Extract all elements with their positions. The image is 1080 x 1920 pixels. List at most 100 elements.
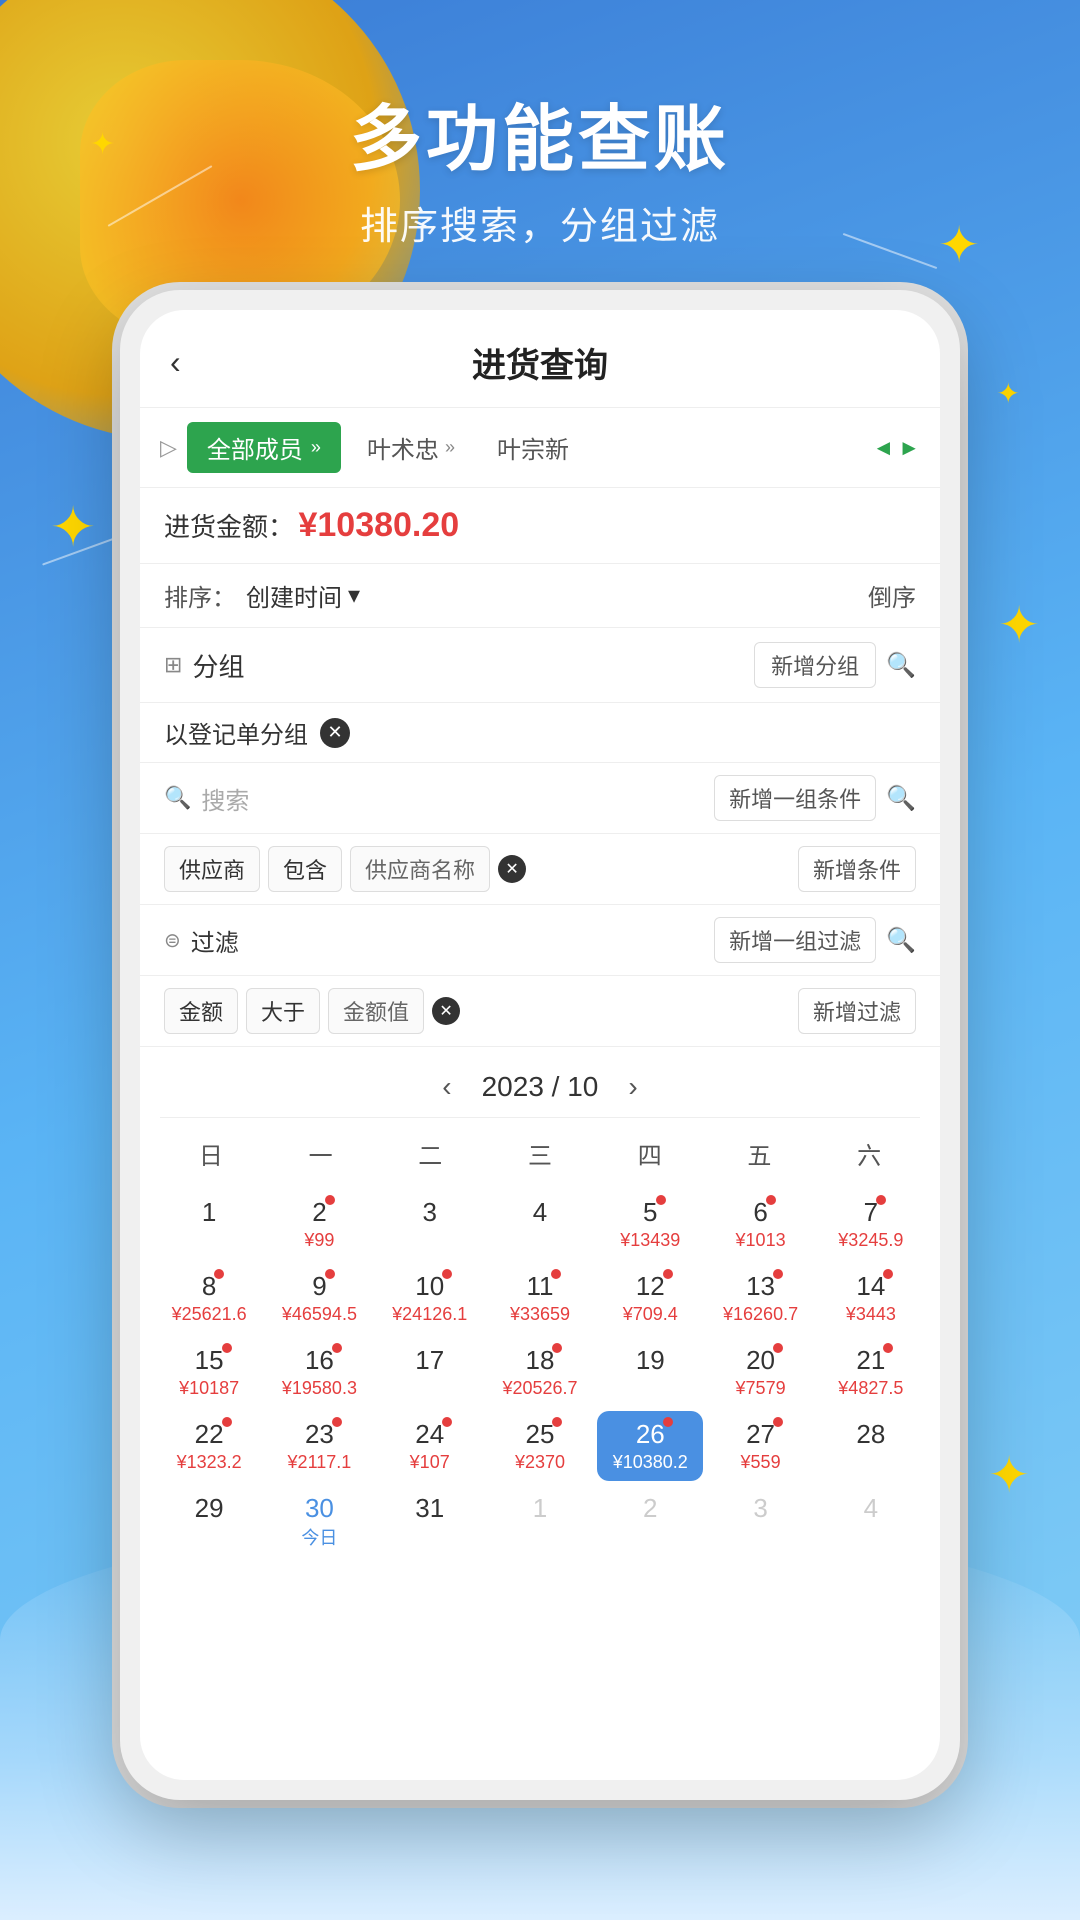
calendar-day-5[interactable]: 6¥1013 <box>707 1189 813 1259</box>
add-search-condition-button[interactable]: 新增一组条件 <box>714 775 876 821</box>
weekday-mon: 一 <box>266 1128 376 1179</box>
condition-supplier-chip[interactable]: 供应商 <box>164 846 260 892</box>
calendar-day-8[interactable]: 9¥46594.5 <box>266 1263 372 1333</box>
next-month-button[interactable]: › <box>628 1071 637 1103</box>
day-dot <box>773 1417 783 1427</box>
calendar-day-10[interactable]: 11¥33659 <box>487 1263 593 1333</box>
calendar-nav: ‹ 2023 / 10 › <box>140 1057 940 1117</box>
group-actions: 新增分组 🔍 <box>754 642 916 688</box>
add-filter-button[interactable]: 新增过滤 <box>798 988 916 1034</box>
calendar-day-33[interactable]: 3 <box>707 1485 813 1558</box>
calendar-day-20[interactable]: 21¥4827.5 <box>818 1337 924 1407</box>
member-all-button[interactable]: 全部成员 » <box>187 422 341 473</box>
group-tag-close-button[interactable]: ✕ <box>320 718 350 748</box>
nav-arrows: ◄ ► <box>872 435 920 461</box>
new-group-button[interactable]: 新增分组 <box>754 642 876 688</box>
add-filter-group-button[interactable]: 新增一组过滤 <box>714 917 876 963</box>
condition-row: 供应商 包含 供应商名称 ✕ 新增条件 <box>140 834 940 905</box>
add-condition-button[interactable]: 新增条件 <box>798 846 916 892</box>
prev-member-arrow[interactable]: ◄ <box>872 435 894 461</box>
calendar-day-0[interactable]: 1 <box>156 1189 262 1259</box>
filter-amount-chip[interactable]: 金额 <box>164 988 238 1034</box>
condition-include-chip[interactable]: 包含 <box>268 846 342 892</box>
prev-month-button[interactable]: ‹ <box>442 1071 451 1103</box>
filter-actions: 新增一组过滤 🔍 <box>714 917 916 963</box>
calendar-day-13[interactable]: 14¥3443 <box>818 1263 924 1333</box>
calendar-day-34[interactable]: 4 <box>818 1485 924 1558</box>
back-button[interactable]: ‹ <box>170 344 181 381</box>
calendar-day-29[interactable]: 30今日 <box>266 1485 372 1558</box>
member-tabs: ▷ 全部成员 » 叶术忠 » 叶宗新 ◄ ► <box>140 408 940 488</box>
calendar-day-30[interactable]: 31 <box>377 1485 483 1558</box>
filter-search-icon[interactable]: 🔍 <box>886 926 916 955</box>
calendar-day-6[interactable]: 7¥3245.9 <box>818 1189 924 1259</box>
header-main-title: 多功能查账 <box>0 80 1080 185</box>
filter-condition-row: 金额 大于 金额值 ✕ 新增过滤 <box>140 976 940 1047</box>
filter-greater-chip[interactable]: 大于 <box>246 988 320 1034</box>
weekday-sun: 日 <box>156 1128 266 1179</box>
calendar-day-4[interactable]: 5¥13439 <box>597 1189 703 1259</box>
day-dot <box>883 1269 893 1279</box>
calendar-day-23[interactable]: 24¥107 <box>377 1411 483 1481</box>
calendar-day-18[interactable]: 19 <box>597 1337 703 1407</box>
calendar-days: 12¥99345¥134396¥10137¥3245.98¥25621.69¥4… <box>156 1189 924 1558</box>
next-member-arrow[interactable]: ► <box>898 435 920 461</box>
calendar-day-26[interactable]: 27¥559 <box>707 1411 813 1481</box>
calendar-day-24[interactable]: 25¥2370 <box>487 1411 593 1481</box>
calendar-day-11[interactable]: 12¥709.4 <box>597 1263 703 1333</box>
search-input[interactable]: 搜索 <box>201 781 704 816</box>
sort-direction[interactable]: 倒序 <box>868 578 916 613</box>
calendar-grid: 日 一 二 三 四 五 六 12¥99345¥134396¥10137¥3245… <box>140 1118 940 1568</box>
calendar-day-12[interactable]: 13¥16260.7 <box>707 1263 813 1333</box>
filter-close-button[interactable]: ✕ <box>432 997 460 1025</box>
calendar-day-9[interactable]: 10¥24126.1 <box>377 1263 483 1333</box>
day-dot <box>325 1195 335 1205</box>
sort-label: 排序： <box>164 578 236 613</box>
calendar-day-27[interactable]: 28 <box>818 1411 924 1481</box>
star-icon-6: ✦ <box>988 1450 1030 1500</box>
filter-icon: ⊜ <box>164 928 181 953</box>
calendar-day-17[interactable]: 18¥20526.7 <box>487 1337 593 1407</box>
filter-row: ⊜ 过滤 新增一组过滤 🔍 <box>140 905 940 976</box>
filter-amount-value-input[interactable]: 金额值 <box>328 988 424 1034</box>
member-2-button[interactable]: 叶宗新 <box>481 422 585 473</box>
sort-row: 排序： 创建时间 ▾ 倒序 <box>140 564 940 628</box>
day-dot <box>552 1417 562 1427</box>
condition-value-input[interactable]: 供应商名称 <box>350 846 490 892</box>
search-row: 🔍 搜索 新增一组条件 🔍 <box>140 763 940 834</box>
header-sub-title: 排序搜索，分组过滤 <box>0 195 1080 250</box>
day-dot <box>325 1269 335 1279</box>
calendar-day-7[interactable]: 8¥25621.6 <box>156 1263 262 1333</box>
condition-close-button[interactable]: ✕ <box>498 855 526 883</box>
day-dot <box>656 1195 666 1205</box>
group-search-icon[interactable]: 🔍 <box>886 651 916 680</box>
star-icon-2: ✦ <box>997 380 1020 408</box>
calendar-day-22[interactable]: 23¥2117.1 <box>266 1411 372 1481</box>
calendar-day-19[interactable]: 20¥7579 <box>707 1337 813 1407</box>
day-dot <box>214 1269 224 1279</box>
calendar-day-16[interactable]: 17 <box>377 1337 483 1407</box>
calendar-day-31[interactable]: 1 <box>487 1485 593 1558</box>
sort-value[interactable]: 创建时间 ▾ <box>246 578 360 613</box>
calendar-day-21[interactable]: 22¥1323.2 <box>156 1411 262 1481</box>
calendar-day-1[interactable]: 2¥99 <box>266 1189 372 1259</box>
calendar-day-28[interactable]: 29 <box>156 1485 262 1558</box>
tag-row: 以登记单分组 ✕ <box>140 703 940 763</box>
group-row: ⊞ 分组 新增分组 🔍 <box>140 628 940 703</box>
day-dot <box>442 1417 452 1427</box>
calendar-day-15[interactable]: 16¥19580.3 <box>266 1337 372 1407</box>
calendar-day-25[interactable]: 26¥10380.2 <box>597 1411 703 1481</box>
star-icon-3: ✦ <box>998 600 1040 650</box>
play-icon: ▷ <box>160 435 177 461</box>
phone-screen: ‹ 进货查询 ▷ 全部成员 » 叶术忠 » 叶宗新 ◄ ► 进货金额： <box>140 310 940 1780</box>
calendar-day-3[interactable]: 4 <box>487 1189 593 1259</box>
weekday-thu: 四 <box>595 1128 705 1179</box>
calendar-section: ‹ 2023 / 10 › 日 一 二 三 四 五 六 12 <box>140 1047 940 1780</box>
calendar-day-14[interactable]: 15¥10187 <box>156 1337 262 1407</box>
weekday-tue: 二 <box>375 1128 485 1179</box>
member-1-button[interactable]: 叶术忠 » <box>351 422 471 473</box>
header-text: 多功能查账 排序搜索，分组过滤 <box>0 80 1080 250</box>
calendar-day-32[interactable]: 2 <box>597 1485 703 1558</box>
calendar-day-2[interactable]: 3 <box>377 1189 483 1259</box>
search-action-icon[interactable]: 🔍 <box>886 784 916 813</box>
